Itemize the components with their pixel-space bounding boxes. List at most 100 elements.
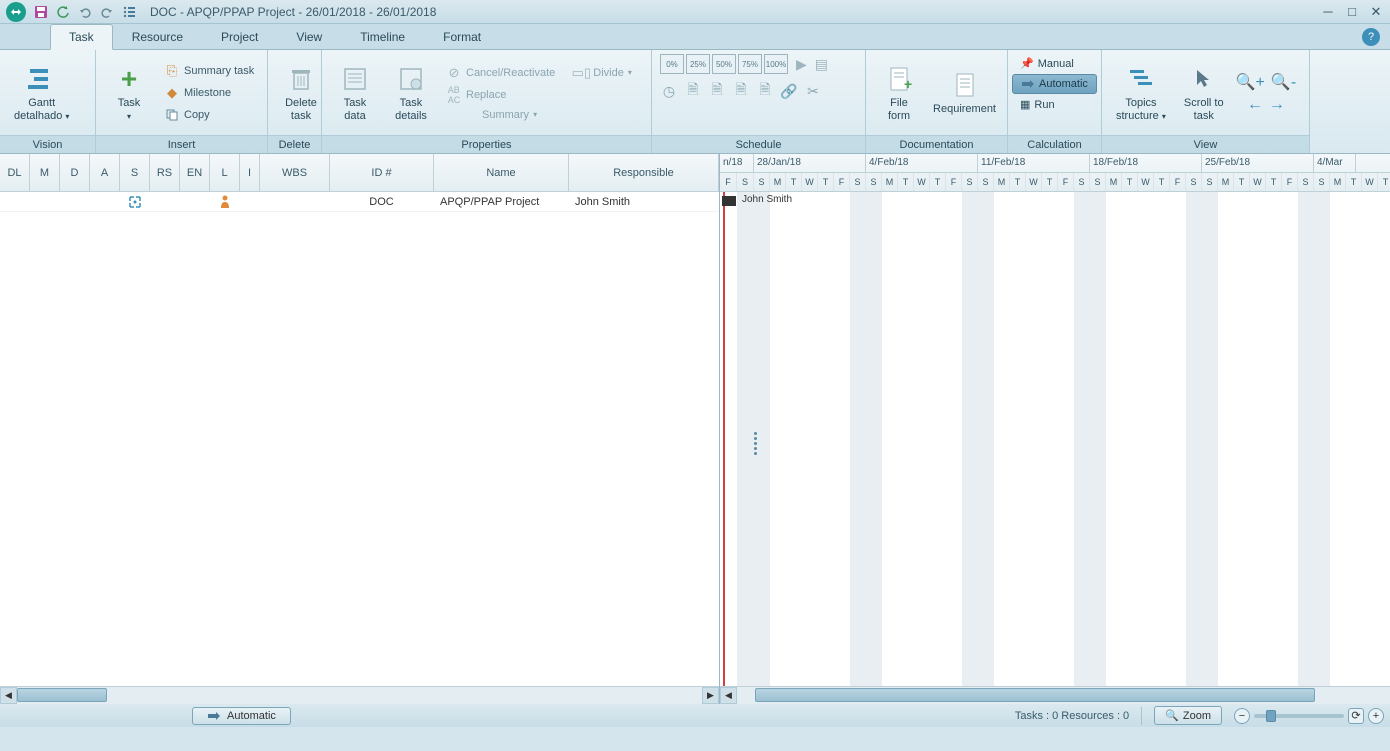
cell[interactable] [180,192,210,211]
group-properties-label: Properties [322,135,651,153]
col-dl[interactable]: DL [0,154,30,191]
col-rs[interactable]: RS [150,154,180,191]
pct-25[interactable]: 25% [686,54,710,74]
timeline-day: F [946,173,962,191]
help-icon[interactable]: ? [1362,28,1380,46]
col-responsible[interactable]: Responsible [569,154,719,191]
tab-format[interactable]: Format [424,24,500,49]
file-form-icon: + [883,63,915,95]
summary-task-button[interactable]: ⎘ Summary task [160,61,258,81]
col-en[interactable]: EN [180,154,210,191]
gantt-hscroll[interactable]: ◀ ▶ [720,686,1390,703]
cell[interactable]: John Smith [569,192,719,211]
cell[interactable] [30,192,60,211]
scroll-left-icon[interactable]: ◀ [720,687,737,704]
clock-icon[interactable]: ◷ [660,82,678,100]
file-form-button[interactable]: + File form [874,59,924,127]
doc2-icon[interactable]: 🗎 [708,82,726,100]
minimize-button[interactable]: ─ [1320,4,1336,20]
tab-project[interactable]: Project [202,24,277,49]
zoom-in-icon[interactable]: 🔍+ [1236,72,1265,92]
maximize-button[interactable]: □ [1344,4,1360,20]
manual-button[interactable]: 📌 Manual [1012,54,1097,73]
nav-right-icon[interactable]: → [1269,96,1285,114]
milestone-button[interactable]: ◆ Milestone [160,83,258,103]
col-s[interactable]: S [120,154,150,191]
automatic-button[interactable]: Automatic [1012,74,1097,94]
link-icon[interactable]: 🔗 [780,82,798,100]
unlink-icon[interactable]: ✂ [804,82,822,100]
save-icon[interactable] [32,3,50,21]
task-data-button[interactable]: Task data [330,59,380,127]
cell[interactable] [240,192,260,211]
summary-button[interactable]: Summary ▾ [442,107,636,123]
run-button[interactable]: ▦ Run [1012,95,1097,114]
cell[interactable] [60,192,90,211]
doc1-icon[interactable]: 🗎 [684,82,702,100]
gantt-body[interactable]: John Smith [720,192,1390,686]
col-a[interactable]: A [90,154,120,191]
pct-75[interactable]: 75% [738,54,762,74]
redo-icon[interactable] [98,3,116,21]
zoom-reset-button[interactable]: ⟳ [1348,708,1364,724]
task-button[interactable]: + Task▾ [104,59,154,127]
close-button[interactable]: ✕ [1368,4,1384,20]
timeline-week: 25/Feb/18 [1202,154,1314,172]
status-mode-button[interactable]: Automatic [192,707,291,725]
gantt-bar[interactable] [722,196,736,206]
col-l[interactable]: L [210,154,240,191]
col-wbs[interactable]: WBS [260,154,330,191]
cancel-reactivate-button[interactable]: ⊘ Cancel/Reactivate [442,63,559,83]
tab-resource[interactable]: Resource [113,24,202,49]
expand-icon[interactable] [120,192,150,211]
zoom-plus-button[interactable]: + [1368,708,1384,724]
task-details-button[interactable]: Task details [386,59,436,127]
play-icon[interactable]: ▶ [796,56,807,73]
doc4-icon[interactable]: 🗎 [756,82,774,100]
zoom-slider[interactable]: − ⟳ + [1234,708,1384,724]
topics-structure-button[interactable]: Topics structure ▾ [1110,59,1172,127]
col-i[interactable]: I [240,154,260,191]
tab-view[interactable]: View [277,24,341,49]
refresh-icon[interactable] [54,3,72,21]
table-hscroll[interactable]: ◀ ▶ [0,686,719,703]
nav-left-icon[interactable]: ← [1247,96,1263,114]
cell[interactable]: DOC [330,192,434,211]
requirement-button[interactable]: Requirement [930,65,999,120]
person-icon[interactable] [210,192,240,211]
col-m[interactable]: M [30,154,60,191]
divide-button[interactable]: ▭▯ Divide ▾ [569,63,636,83]
table-row[interactable]: DOCAPQP/PPAP ProjectJohn Smith [0,192,719,212]
pct-0[interactable]: 0% [660,54,684,74]
pct-50[interactable]: 50% [712,54,736,74]
zoom-minus-button[interactable]: − [1234,708,1250,724]
gantt-detalhado-button[interactable]: Gantt detalhado ▾ [8,59,75,127]
cell[interactable] [150,192,180,211]
tab-timeline[interactable]: Timeline [341,24,424,49]
pct-100[interactable]: 100% [764,54,788,74]
splitter-handle[interactable] [751,429,759,459]
scroll-left-icon[interactable]: ◀ [0,687,17,704]
tab-task[interactable]: Task [50,24,113,50]
zoom-button[interactable]: 🔍 Zoom [1154,706,1222,725]
zoom-out-icon[interactable]: 🔍- [1271,72,1296,92]
timeline-day: M [994,173,1010,191]
cell[interactable] [0,192,30,211]
col-id[interactable]: ID # [330,154,434,191]
undo-icon[interactable] [76,3,94,21]
timeline-day: F [834,173,850,191]
col-name[interactable]: Name [434,154,569,191]
calendar-icon[interactable]: ▤ [815,56,828,73]
scroll-right-icon[interactable]: ▶ [702,687,719,704]
list-icon[interactable] [120,3,138,21]
run-icon: ▦ [1020,98,1030,111]
doc3-icon[interactable]: 🗎 [732,82,750,100]
delete-task-button[interactable]: Delete task [276,59,326,127]
copy-button[interactable]: Copy [160,105,258,125]
replace-button[interactable]: ABAC Replace [442,85,636,105]
cell[interactable] [90,192,120,211]
cell[interactable] [260,192,330,211]
scroll-to-task-button[interactable]: Scroll to task [1178,59,1230,127]
col-d[interactable]: D [60,154,90,191]
cell[interactable]: APQP/PPAP Project [434,192,569,211]
